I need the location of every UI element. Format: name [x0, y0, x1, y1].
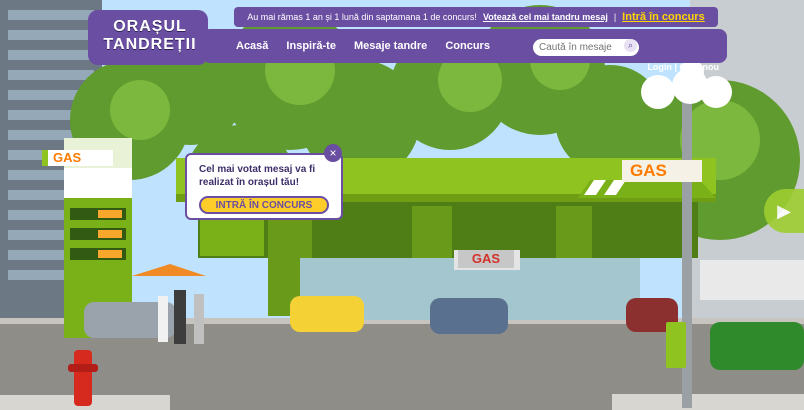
- contest-notice-text: Au mai rămas 1 an și 1 lună din saptaman…: [247, 12, 477, 22]
- nav-item-mesaje-tandre[interactable]: Mesaje tandre: [354, 40, 427, 52]
- nav-item-inspira-te[interactable]: Inspiră-te: [286, 40, 336, 52]
- close-icon[interactable]: ×: [324, 144, 342, 162]
- search-input[interactable]: [533, 38, 639, 56]
- gas-sign-left: GAS: [42, 150, 113, 166]
- login-link[interactable]: Login: [647, 62, 672, 72]
- gas-sign-right: GAS: [622, 160, 702, 182]
- search-icon[interactable]: ⌕: [624, 38, 637, 52]
- main-nav: Acasă Inspiră-te Mesaje tandre Concurs ⌕…: [202, 29, 727, 72]
- contest-callout: Cel mai votat mesaj va fi realizat în or…: [185, 153, 343, 220]
- create-account-link[interactable]: Cont nou: [680, 62, 720, 72]
- next-arrow-icon[interactable]: ▶: [764, 189, 804, 233]
- callout-message: Cel mai votat mesaj va fi realizat în or…: [199, 164, 316, 188]
- header: Au mai rămas 1 an și 1 lună din saptaman…: [84, 5, 727, 72]
- nav-item-concurs[interactable]: Concurs: [445, 40, 490, 52]
- contest-notice-bar: Au mai rămas 1 an și 1 lună din saptaman…: [234, 7, 718, 27]
- account-separator: |: [674, 62, 677, 72]
- gas-sign-center: GAS: [458, 250, 514, 268]
- enter-contest-link[interactable]: Intră în concurs: [622, 11, 705, 23]
- notice-separator: |: [613, 12, 617, 22]
- account-links: Login | Cont nou: [647, 62, 719, 72]
- enter-contest-button[interactable]: INTRĂ ÎN CONCURS: [199, 196, 329, 214]
- vote-best-message-link[interactable]: Votează cel mai tandru mesaj: [483, 12, 608, 22]
- search-box: ⌕: [533, 37, 639, 56]
- nav-item-acasa[interactable]: Acasă: [236, 40, 268, 52]
